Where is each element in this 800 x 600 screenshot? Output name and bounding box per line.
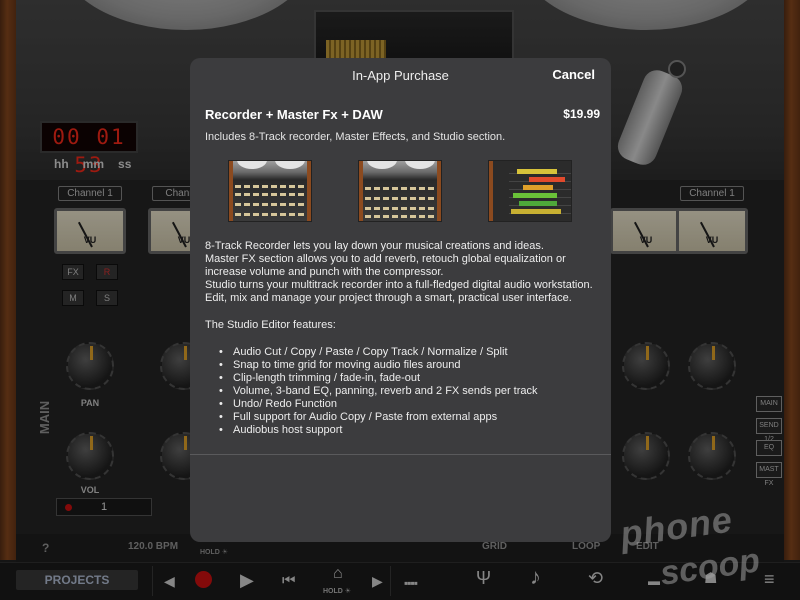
product-includes-text: Includes 8-Track recorder, Master Effect… [205,131,506,143]
feature-item: Audiobus host support [219,424,600,437]
product-screenshots [228,160,576,222]
description-edit-mix: Edit, mix and manage your project throug… [205,292,572,304]
feature-item: Volume, 3-band EQ, panning, reverb and 2… [219,385,600,398]
dialog-divider [190,454,611,455]
product-summary: Recorder + Master Fx + DAW $19.99 Includ… [205,106,600,144]
description-master-fx: Master FX section allows you to add reve… [205,253,566,278]
recorder-screenshot [228,160,312,222]
features-heading: The Studio Editor features: [205,319,336,331]
features-list: Audio Cut / Copy / Paste / Copy Track / … [205,346,600,437]
dialog-header: In-App Purchase Cancel [190,58,611,92]
master-fx-screenshot [358,160,442,222]
product-row[interactable]: Recorder + Master Fx + DAW $19.99 [205,106,600,126]
feature-item: Clip-length trimming / fade-in, fade-out [219,372,600,385]
dialog-title: In-App Purchase [352,68,449,83]
description-studio: Studio turns your multitrack recorder in… [205,279,593,291]
feature-item: Full support for Audio Copy / Paste from… [219,411,600,424]
feature-item: Audio Cut / Copy / Paste / Copy Track / … [219,346,600,359]
product-name: Recorder + Master Fx + DAW [205,107,383,122]
feature-item: Undo/ Redo Function [219,398,600,411]
studio-daw-screenshot [488,160,572,222]
in-app-purchase-dialog: In-App Purchase Cancel Recorder + Master… [190,58,611,542]
product-description: 8-Track Recorder lets you lay down your … [205,240,600,437]
product-price[interactable]: $19.99 [563,108,600,121]
description-recorder: 8-Track Recorder lets you lay down your … [205,240,544,252]
cancel-button[interactable]: Cancel [552,67,595,82]
feature-item: Snap to time grid for moving audio files… [219,359,600,372]
